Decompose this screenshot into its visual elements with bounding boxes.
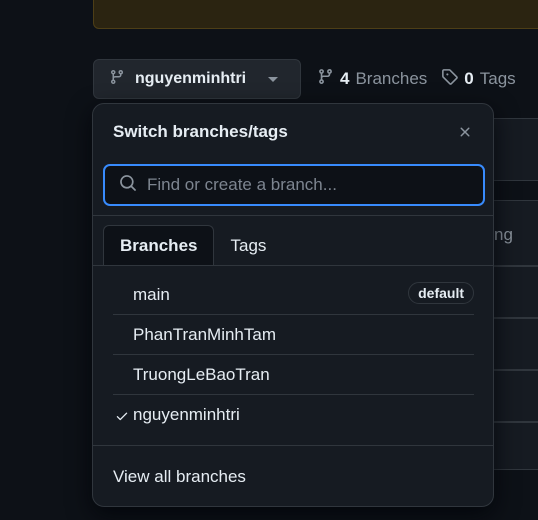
branch-name: TruongLeBaoTran bbox=[133, 364, 270, 384]
branch-search-box[interactable] bbox=[103, 164, 485, 206]
branches-count-link[interactable]: 4 Branches bbox=[317, 68, 427, 90]
tags-count: 0 bbox=[464, 69, 474, 88]
current-branch-name: nguyenminhtri bbox=[135, 70, 247, 87]
divider bbox=[93, 265, 493, 266]
file-row bbox=[493, 370, 538, 422]
file-row bbox=[493, 118, 538, 181]
chevron-down-icon bbox=[268, 76, 279, 82]
repo-counts: 4 Branches 0 Tags bbox=[317, 68, 516, 90]
file-list-background bbox=[493, 118, 538, 520]
tag-icon bbox=[441, 68, 459, 90]
branch-item-nguyenminhtri[interactable]: nguyenminhtri bbox=[113, 395, 474, 435]
tags-label: Tags bbox=[479, 69, 516, 88]
branch-switcher-popover: Switch branches/tags Branches Tags main bbox=[92, 103, 494, 507]
git-branch-icon bbox=[109, 69, 125, 90]
file-row bbox=[493, 318, 538, 370]
branch-list: main default PhanTranMinhTam TruongLeBao… bbox=[113, 275, 474, 435]
check-icon bbox=[115, 408, 129, 422]
branch-item-truonglebaotran[interactable]: TruongLeBaoTran bbox=[113, 355, 474, 395]
close-icon[interactable] bbox=[457, 124, 473, 140]
branch-item-main[interactable]: main default bbox=[113, 275, 474, 315]
branch-item-phantranminhtam[interactable]: PhanTranMinhTam bbox=[113, 315, 474, 355]
background-partial-text: ng bbox=[494, 225, 513, 244]
branches-label: Branches bbox=[355, 69, 428, 88]
search-icon bbox=[119, 174, 137, 197]
branches-count: 4 bbox=[340, 69, 350, 88]
page: ng nguyenminhtri 4 Branches 0 Tags Switc… bbox=[0, 0, 538, 520]
view-all-branches-link[interactable]: View all branches bbox=[113, 467, 246, 487]
branch-name: main bbox=[133, 284, 170, 304]
git-branch-icon bbox=[317, 68, 334, 90]
branch-search-input[interactable] bbox=[147, 175, 447, 195]
file-row bbox=[493, 422, 538, 470]
tab-branches[interactable]: Branches bbox=[103, 225, 215, 266]
tab-tags[interactable]: Tags bbox=[214, 225, 282, 266]
branch-name: nguyenminhtri bbox=[133, 405, 240, 424]
divider bbox=[93, 215, 493, 216]
divider bbox=[93, 445, 493, 446]
branch-selector-button[interactable]: nguyenminhtri bbox=[93, 59, 301, 99]
popover-header: Switch branches/tags bbox=[93, 104, 493, 159]
branch-name: PhanTranMinhTam bbox=[133, 324, 276, 344]
notice-banner bbox=[93, 0, 538, 29]
default-badge: default bbox=[408, 282, 474, 304]
tabs: Branches Tags bbox=[103, 225, 282, 266]
file-row bbox=[493, 266, 538, 318]
popover-title: Switch branches/tags bbox=[113, 121, 288, 141]
tags-count-link[interactable]: 0 Tags bbox=[441, 68, 516, 90]
